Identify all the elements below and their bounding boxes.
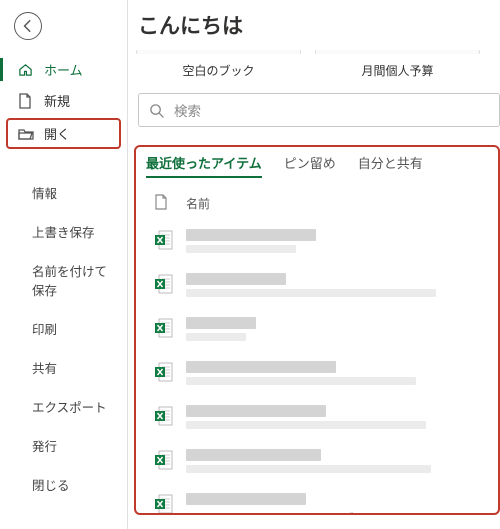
template-thumb (315, 50, 480, 54)
file-path-redacted (186, 465, 431, 473)
file-row[interactable] (144, 399, 494, 443)
column-name: 名前 (186, 195, 210, 212)
sidebar-item-label: ホーム (44, 60, 83, 79)
file-title-redacted (186, 229, 316, 241)
back-button[interactable] (14, 12, 42, 40)
sidebar-item-label: 名前を付けて保存 (32, 261, 117, 299)
file-row[interactable] (144, 223, 494, 267)
file-row[interactable] (144, 443, 494, 487)
sidebar-item-label: 新規 (44, 91, 70, 110)
sidebar-secondary-3[interactable]: 印刷 (0, 309, 127, 348)
sidebar-secondary-7[interactable]: 閉じる (0, 465, 127, 504)
recent-files-panel: 最近使ったアイテム ピン留め 自分と共有 名前 C: » Users » Chi… (134, 145, 500, 515)
sidebar-item-label: 情報 (32, 183, 57, 202)
sidebar-secondary-2[interactable]: 名前を付けて保存 (0, 251, 127, 309)
excel-file-icon (154, 317, 174, 339)
sidebar-item-0[interactable]: ホーム (0, 54, 127, 85)
open-folder-icon (18, 127, 34, 141)
file-row[interactable] (144, 311, 494, 355)
file-path-redacted (186, 289, 436, 297)
template-label: 空白のブック (136, 60, 301, 79)
file-text (186, 405, 490, 433)
search-placeholder: 検索 (174, 100, 201, 120)
sidebar-item-1[interactable]: 新規 (0, 85, 127, 116)
sidebar-secondary-4[interactable]: 共有 (0, 348, 127, 387)
template-thumb (136, 50, 301, 54)
file-text (186, 317, 490, 345)
sidebar-item-label: エクスポート (32, 397, 107, 416)
sidebar-secondary-6[interactable]: 発行 (0, 426, 127, 465)
file-row[interactable]: C: » Users » Chibi » Google ドライブ » Docum… (144, 487, 494, 515)
sidebar-item-label: 上書き保存 (32, 222, 95, 241)
sidebar-item-label: 発行 (32, 436, 57, 455)
file-title-redacted (186, 317, 256, 329)
tab-shared[interactable]: 自分と共有 (358, 153, 423, 178)
file-text: C: » Users » Chibi » Google ドライブ » Docum… (186, 493, 496, 515)
file-text (186, 449, 490, 477)
file-text (186, 273, 490, 301)
search-box[interactable]: 検索 (138, 93, 500, 127)
sidebar-item-label: 閉じる (32, 475, 70, 494)
search-icon (149, 103, 164, 118)
sidebar-item-label: 印刷 (32, 319, 57, 338)
sidebar-secondary-5[interactable]: エクスポート (0, 387, 127, 426)
tab-recent[interactable]: 最近使ったアイテム (146, 153, 262, 178)
file-title-redacted (186, 449, 321, 461)
file-title-redacted (186, 273, 286, 285)
file-row[interactable] (144, 355, 494, 399)
file-text (186, 229, 490, 257)
main-panel: こんにちは 空白のブック 月間個人予算 検索 最近使ったアイテム ピン留め 自分… (128, 0, 500, 529)
new-doc-icon (18, 93, 34, 109)
file-title-redacted (186, 493, 306, 505)
template-blank[interactable]: 空白のブック (136, 50, 301, 79)
list-header: 名前 (144, 188, 494, 223)
excel-file-icon (154, 449, 174, 471)
sidebar: ホーム新規開く 情報上書き保存名前を付けて保存印刷共有エクスポート発行閉じる (0, 0, 128, 529)
excel-file-icon (154, 405, 174, 427)
home-icon (18, 62, 34, 77)
file-header-icon (154, 194, 170, 213)
excel-file-icon (154, 361, 174, 383)
template-row: 空白のブック 月間個人予算 (128, 50, 500, 93)
sidebar-item-label: 共有 (32, 358, 57, 377)
file-row[interactable] (144, 267, 494, 311)
file-path-redacted (186, 377, 416, 385)
sidebar-secondary-0[interactable]: 情報 (0, 173, 127, 212)
file-path-redacted (186, 333, 246, 341)
tabs: 最近使ったアイテム ピン留め 自分と共有 (144, 153, 494, 188)
file-text (186, 361, 490, 389)
excel-file-icon (154, 493, 174, 515)
sidebar-item-label: 開く (44, 124, 70, 143)
file-title-redacted (186, 405, 326, 417)
template-label: 月間個人予算 (315, 60, 480, 79)
template-budget[interactable]: 月間個人予算 (315, 50, 480, 79)
file-path-redacted (186, 421, 426, 429)
excel-file-icon (154, 273, 174, 295)
tab-pinned[interactable]: ピン留め (284, 153, 336, 178)
file-path-redacted (186, 245, 296, 253)
greeting-title: こんにちは (128, 8, 500, 50)
sidebar-item-2[interactable]: 開く (6, 118, 121, 149)
sidebar-secondary-1[interactable]: 上書き保存 (0, 212, 127, 251)
excel-file-icon (154, 229, 174, 251)
file-path: C: » Users » Chibi » Google ドライブ » Docum… (186, 509, 496, 515)
back-arrow-icon (21, 19, 35, 33)
file-title-redacted (186, 361, 336, 373)
